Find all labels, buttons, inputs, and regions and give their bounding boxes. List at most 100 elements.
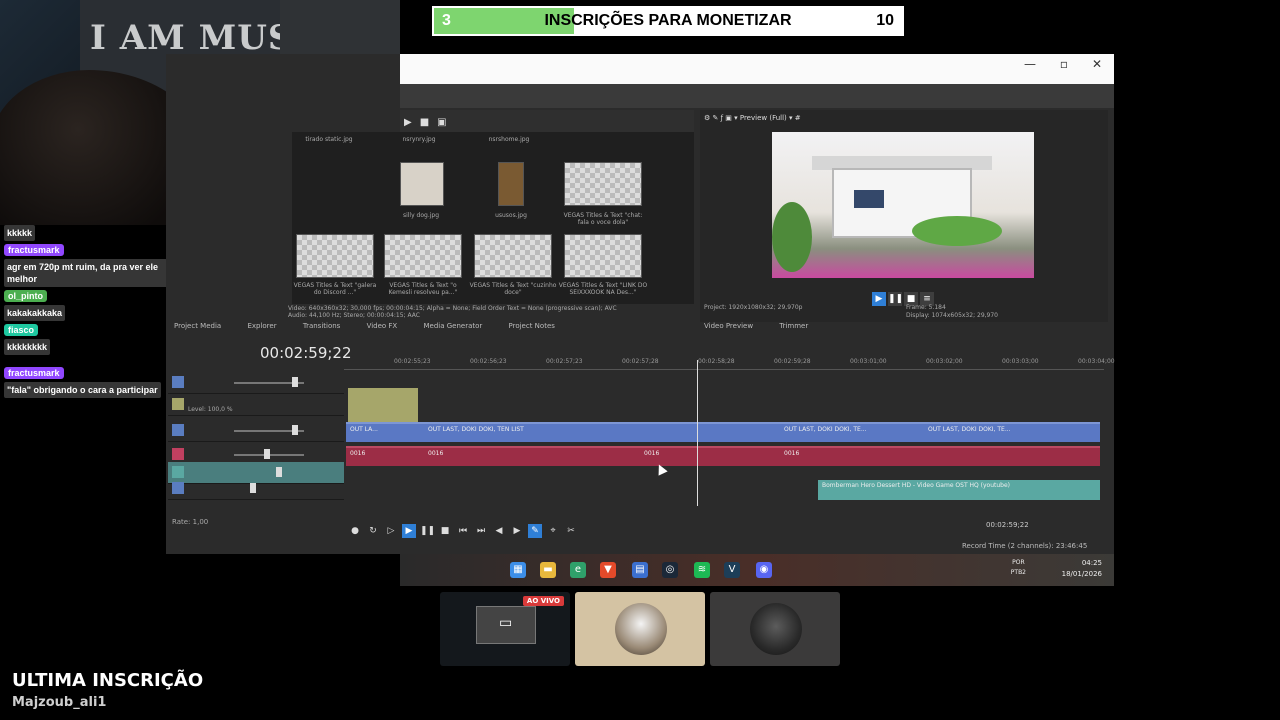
- media-thumbnail[interactable]: [384, 234, 462, 278]
- tab-project-media[interactable]: Project Media: [174, 322, 221, 330]
- system-clock[interactable]: 04:25 18/01/2026: [1062, 558, 1102, 580]
- tab-explorer[interactable]: Explorer: [247, 322, 276, 330]
- media-thumbnail[interactable]: [564, 234, 642, 278]
- music-clip[interactable]: Bomberman Hero Dessert HD - Video Game O…: [818, 480, 1100, 500]
- audio-clip[interactable]: 0016: [346, 446, 424, 466]
- timeline-ruler[interactable]: 00:02:55;23 00:02:56;23 00:02:57;23 00:02:5…: [344, 356, 1115, 370]
- track-icon: [172, 376, 184, 388]
- slider-knob[interactable]: [276, 467, 282, 477]
- close-icon[interactable]: ✕: [1092, 57, 1102, 71]
- edge-icon[interactable]: e: [570, 562, 586, 578]
- play-from-start-icon[interactable]: ▷: [384, 524, 398, 538]
- slider-knob[interactable]: [264, 449, 270, 459]
- screen-share-tile[interactable]: AO VIVO: [440, 592, 570, 666]
- tab-project-notes[interactable]: Project Notes: [509, 322, 555, 330]
- media-item-label: tirado static.jpg: [305, 136, 353, 143]
- stop-icon[interactable]: ■: [420, 117, 429, 128]
- avatar: [750, 603, 802, 655]
- next-frame-icon[interactable]: ▶: [510, 524, 524, 538]
- play-icon[interactable]: ▶: [872, 292, 886, 306]
- media-item-label: silly dog.jpg: [402, 212, 440, 219]
- play-icon[interactable]: ▶: [404, 117, 412, 128]
- media-thumbnail[interactable]: [564, 162, 642, 206]
- language-indicator[interactable]: POR PTB2: [1011, 558, 1026, 578]
- playhead-cursor[interactable]: [697, 360, 698, 506]
- file-explorer-icon[interactable]: ▬: [540, 562, 556, 578]
- brave-icon[interactable]: ▼: [600, 562, 616, 578]
- media-thumbnail[interactable]: [498, 162, 524, 206]
- media-thumbnail[interactable]: [474, 234, 552, 278]
- ruler-mark: 00:02:58;28: [698, 358, 735, 365]
- go-end-icon[interactable]: ⏭: [474, 524, 488, 538]
- tab-media-generator[interactable]: Media Generator: [423, 322, 482, 330]
- discord-icon[interactable]: ◉: [756, 562, 772, 578]
- go-start-icon[interactable]: ⏮: [456, 524, 470, 538]
- media-item-label: VEGAS Titles & Text "chat: fala o voce d…: [563, 212, 643, 226]
- video-clip[interactable]: OUT LAST, DOKI DOKI, TE...: [780, 422, 924, 442]
- media-thumbnail[interactable]: [296, 234, 374, 278]
- stop-icon[interactable]: ■: [438, 524, 452, 538]
- maximize-icon[interactable]: ▫: [1060, 57, 1068, 71]
- spotify-icon[interactable]: ≋: [694, 562, 710, 578]
- video-clip[interactable]: OUT LA...: [346, 422, 424, 442]
- tab-video-fx[interactable]: Video FX: [367, 322, 398, 330]
- record-icon[interactable]: ●: [348, 524, 362, 538]
- play-icon[interactable]: ▶: [402, 524, 416, 538]
- project-media-panel: tirado static.jpg nsrynry.jpg nsrshome.j…: [292, 132, 694, 304]
- goal-target: 10: [876, 12, 894, 29]
- ruler-mark: 00:02:55;23: [394, 358, 431, 365]
- chat-message: kkkkkkkk: [4, 339, 51, 355]
- audio-clip[interactable]: 0016: [780, 446, 1100, 466]
- goal-title: INSCRIÇÕES PARA MONETIZAR: [544, 12, 792, 29]
- slider-knob[interactable]: [250, 483, 256, 493]
- vegas-icon[interactable]: V: [724, 562, 740, 578]
- slider-knob[interactable]: [292, 425, 298, 435]
- track-icon: [172, 466, 184, 478]
- audio-clip[interactable]: 0016: [424, 446, 640, 466]
- last-subscriber-name: Majzoub_ali1: [12, 695, 107, 710]
- preview-project-info: Project: 1920x1080x32; 29,970p: [704, 304, 803, 311]
- media-item-label: VEGAS Titles & Text "galera do Discord .…: [293, 282, 377, 296]
- loop-icon[interactable]: ↻: [366, 524, 380, 538]
- audio-clip[interactable]: 0016: [640, 446, 710, 466]
- timeline-timecode: 00:02:59;22: [260, 344, 352, 362]
- track-header[interactable]: Level: 100,0 %: [168, 394, 344, 416]
- video-clip[interactable]: OUT LAST, DOKI DOKI, TE...: [924, 422, 1100, 442]
- track-header[interactable]: [168, 420, 344, 442]
- language-code: POR: [1012, 559, 1025, 566]
- snap-icon[interactable]: ⌖: [546, 524, 560, 538]
- title-clip[interactable]: [348, 404, 418, 424]
- pause-icon[interactable]: ❚❚: [888, 292, 903, 306]
- widgets-icon[interactable]: ▦: [510, 562, 526, 578]
- video-clip[interactable]: OUT LAST, DOKI DOKI, TEN LIST: [424, 422, 640, 442]
- video-clip[interactable]: [640, 422, 710, 442]
- edit-tool-icon[interactable]: ✎: [528, 524, 542, 538]
- tab-trimmer[interactable]: Trimmer: [779, 322, 808, 330]
- menu-bar: [400, 84, 1114, 108]
- track-header[interactable]: [168, 478, 344, 500]
- tab-video-preview[interactable]: Video Preview: [704, 322, 753, 330]
- slider-knob[interactable]: [292, 377, 298, 387]
- pause-icon[interactable]: ❚❚: [420, 524, 435, 538]
- ruler-mark: 00:02:57;23: [546, 358, 583, 365]
- track-header[interactable]: [168, 372, 344, 394]
- audio-clip[interactable]: [710, 446, 780, 466]
- participant-tile[interactable]: [710, 592, 840, 666]
- media-thumbnail[interactable]: [400, 162, 444, 206]
- media-item-label: ususos.jpg: [495, 212, 527, 219]
- save-icon[interactable]: ▣: [437, 117, 446, 128]
- store-icon[interactable]: ▤: [632, 562, 648, 578]
- keyboard-layout: PTB2: [1010, 569, 1026, 576]
- video-clip[interactable]: [710, 422, 780, 442]
- time-display: 00:02:59;22: [986, 521, 1029, 529]
- steam-icon[interactable]: ◎: [662, 562, 678, 578]
- minimize-icon[interactable]: —: [1024, 57, 1036, 71]
- preview-quality[interactable]: Preview (Full): [740, 114, 787, 122]
- split-icon[interactable]: ✂: [564, 524, 578, 538]
- prev-frame-icon[interactable]: ◀: [492, 524, 506, 538]
- participant-tile[interactable]: [575, 592, 705, 666]
- chat-message: "fala" obrigando o cara a participar: [4, 382, 161, 398]
- last-subscriber-title: ULTIMA INSCRIÇÃO: [12, 670, 204, 691]
- tab-transitions[interactable]: Transitions: [303, 322, 341, 330]
- ruler-mark: 00:03:01;00: [850, 358, 887, 365]
